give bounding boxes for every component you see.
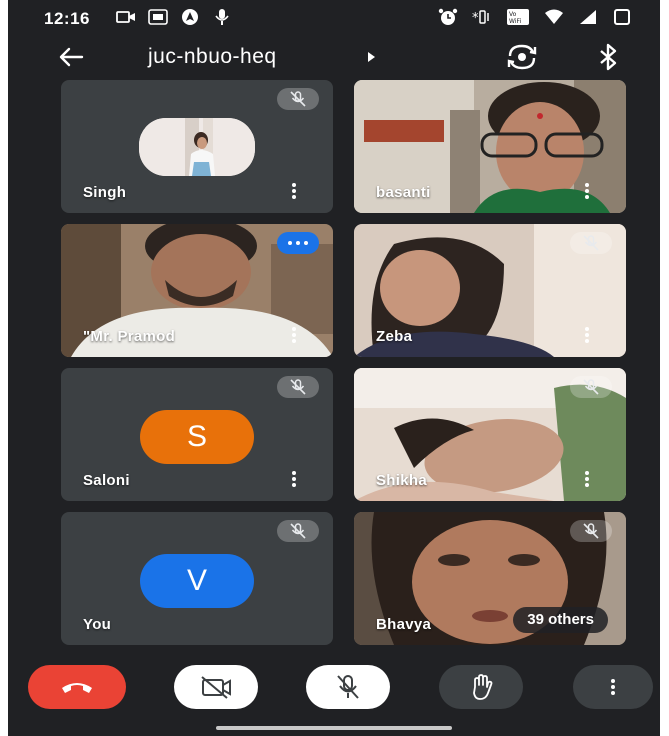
participant-name: Bhavya [376,616,432,633]
mic-off-icon [290,523,306,539]
participant-name: Singh [83,184,127,201]
gesture-nav-bar[interactable] [216,726,452,730]
svg-text:WiFi: WiFi [509,18,521,25]
mic-muted-badge [570,520,612,542]
switch-camera-icon[interactable] [504,40,540,74]
mic-muted-badge [277,520,319,542]
others-count-button[interactable]: 39 others [513,607,608,633]
participant-tile-you[interactable]: V You [61,512,333,645]
participant-name: "Mr. Pramod [83,328,176,345]
battery-icon [614,9,630,25]
raise-hand-button[interactable] [439,665,523,709]
video-call-icon [116,11,135,23]
end-call-button[interactable] [28,665,126,709]
participant-tile-bhavya[interactable]: Bhavya 39 others [354,512,626,645]
mic-off-icon [583,379,599,395]
mic-muted-badge [277,376,319,398]
participant-tile-zeba[interactable]: Zeba [354,224,626,357]
meet-screen: 12:16 * Vo WiFi juc-nbuo-heq Singh basan… [8,0,660,736]
screen-record-icon [148,9,168,25]
signal-icon [580,10,596,24]
meeting-code[interactable]: juc-nbuo-heq [148,45,277,69]
participant-name: You [83,616,112,633]
mic-muted-badge [570,232,612,254]
speaking-indicator [277,232,319,254]
participant-name: Saloni [83,472,130,489]
more-vert-icon [611,677,615,697]
svg-text:*: * [472,11,479,26]
participant-tile-pramod[interactable]: "Mr. Pramod [61,224,333,357]
more-vert-icon[interactable] [582,181,592,203]
mic-off-icon [583,523,599,539]
chevron-right-icon[interactable] [365,50,377,64]
mic-muted-badge [570,376,612,398]
camera-toggle-button[interactable] [174,665,258,709]
wifi-icon [545,9,563,24]
volte-wifi-icon: VoWiFi [507,9,529,25]
raise-hand-icon [473,674,493,700]
meeting-header: juc-nbuo-heq [8,36,660,80]
participant-name: Shikha [376,472,427,489]
more-vert-icon[interactable] [582,325,592,347]
back-arrow-icon[interactable] [56,42,86,72]
mic-toggle-button[interactable] [306,665,390,709]
alarm-icon [438,8,458,25]
navigation-app-icon [182,9,198,25]
more-options-button[interactable] [573,665,653,709]
end-call-icon [62,683,92,693]
more-vert-icon[interactable] [582,469,592,491]
camera-off-icon [201,676,231,699]
participant-tile-basanti[interactable]: basanti [354,80,626,213]
participant-name: Zeba [376,328,413,345]
status-bar: 12:16 * Vo WiFi [8,0,660,36]
more-vert-icon[interactable] [289,325,299,347]
mic-icon [215,9,229,25]
letter-avatar: V [140,554,254,609]
call-controls [8,660,660,716]
more-vert-icon[interactable] [289,469,299,491]
mic-off-icon [290,379,306,395]
participant-tile-shikha[interactable]: Shikha [354,368,626,501]
participant-tile-saloni[interactable]: S Saloni [61,368,333,501]
svg-text:Vo: Vo [509,11,517,18]
profile-photo-avatar [139,117,255,176]
mic-muted-badge [277,88,319,110]
participant-tile-singh[interactable]: Singh [61,80,333,213]
mic-off-icon [290,91,306,107]
participant-name: basanti [376,184,431,201]
bluetooth-icon[interactable] [594,42,622,72]
mic-off-icon [583,235,599,251]
letter-avatar: S [140,410,254,465]
more-vert-icon[interactable] [289,181,299,203]
status-time: 12:16 [44,9,90,28]
vibrate-icon: * [472,10,489,26]
mic-off-icon [337,675,359,699]
